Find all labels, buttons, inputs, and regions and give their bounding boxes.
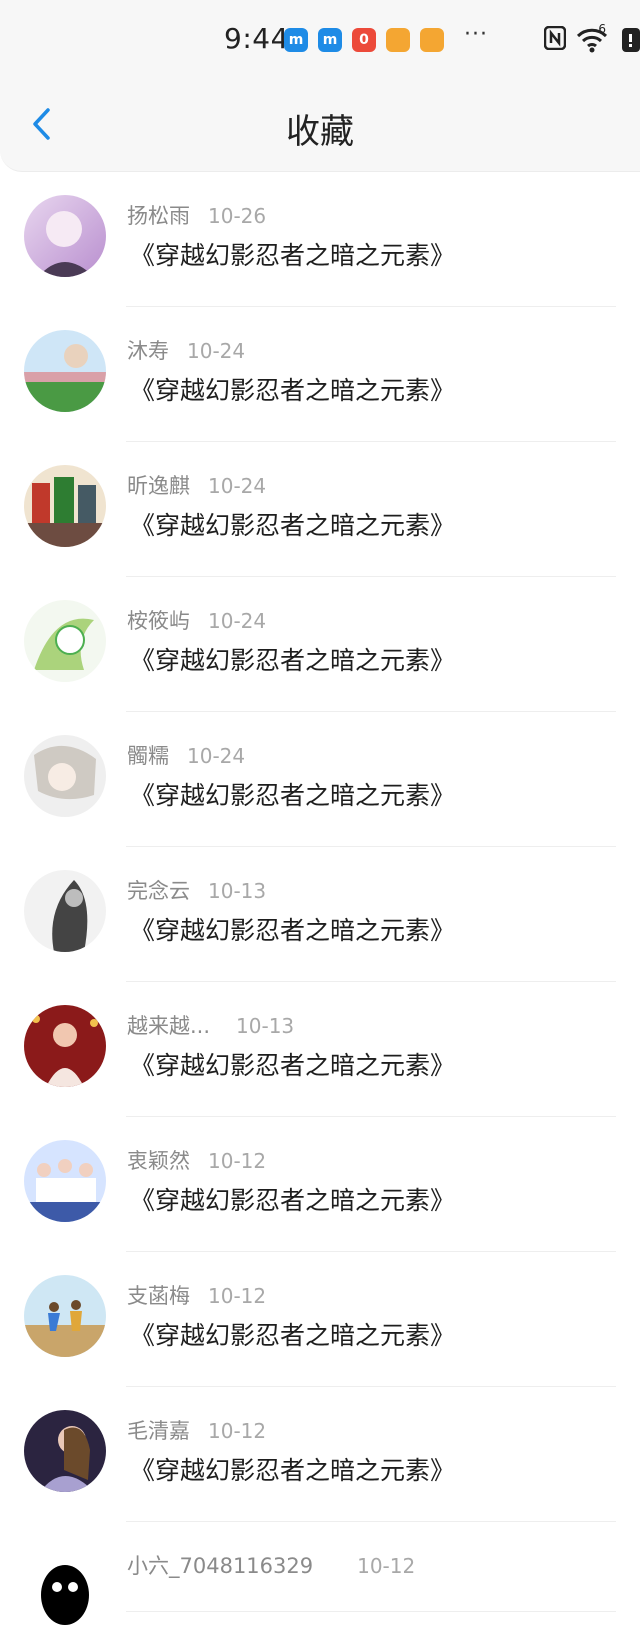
item-meta: 支菡梅 10-12: [127, 1280, 266, 1310]
favorites-list: 扬松雨 10-26 《穿越幻影忍者之暗之元素》 沐寿 10-24 《穿越幻影忍者之暗…: [0, 172, 640, 1627]
status-time: 9:44: [224, 22, 289, 55]
avatar[interactable]: [24, 1005, 106, 1087]
item-date: 10-24: [187, 744, 246, 768]
book-title[interactable]: 《穿越幻影忍者之暗之元素》: [130, 1451, 455, 1487]
user-name: 桉筱屿: [127, 609, 190, 633]
list-item[interactable]: 沐寿 10-24 《穿越幻影忍者之暗之元素》: [0, 307, 640, 442]
book-title[interactable]: 《穿越幻影忍者之暗之元素》: [130, 776, 455, 812]
user-name: 越来越...: [127, 1014, 211, 1038]
user-name: 扬松雨: [127, 204, 190, 228]
item-meta: 毛清嘉 10-12: [127, 1415, 266, 1445]
item-date: 10-24: [208, 609, 267, 633]
item-date: 10-12: [208, 1149, 267, 1173]
avatar[interactable]: [24, 1275, 106, 1357]
item-date: 10-24: [208, 474, 267, 498]
taobao-app-icon: [386, 28, 410, 52]
taobao-app-icon: [420, 28, 444, 52]
list-item[interactable]: 髑糯 10-24 《穿越幻影忍者之暗之元素》: [0, 712, 640, 847]
list-item[interactable]: 小六_7048116329 10-12: [0, 1522, 640, 1627]
item-meta: 越来越... 10-13: [127, 1010, 294, 1040]
item-meta: 扬松雨 10-26: [127, 200, 266, 230]
status-bar: 9:44 m m 0 ··· 6: [0, 0, 640, 80]
more-notifications-icon: ···: [464, 22, 488, 47]
user-name: 沐寿: [127, 339, 169, 363]
avatar[interactable]: [24, 735, 106, 817]
user-name: 完念云: [127, 879, 190, 903]
list-item[interactable]: 毛清嘉 10-12 《穿越幻影忍者之暗之元素》: [0, 1387, 640, 1522]
avatar[interactable]: [24, 1545, 106, 1627]
item-meta: 小六_7048116329 10-12: [127, 1550, 415, 1580]
item-date: 10-12: [208, 1284, 267, 1308]
book-title[interactable]: 《穿越幻影忍者之暗之元素》: [130, 1181, 455, 1217]
avatar[interactable]: [24, 465, 106, 547]
user-name: 毛清嘉: [127, 1419, 190, 1443]
book-title[interactable]: 《穿越幻影忍者之暗之元素》: [130, 371, 455, 407]
maimai-app-icon: m: [284, 28, 308, 52]
nfc-icon: [543, 25, 567, 54]
item-meta: 沐寿 10-24: [127, 335, 245, 365]
book-title[interactable]: 《穿越幻影忍者之暗之元素》: [130, 1316, 455, 1352]
list-item[interactable]: 衷颖然 10-12 《穿越幻影忍者之暗之元素》: [0, 1117, 640, 1252]
item-meta: 衷颖然 10-12: [127, 1145, 266, 1175]
item-date: 10-13: [208, 879, 267, 903]
list-item[interactable]: 扬松雨 10-26 《穿越幻影忍者之暗之元素》: [0, 172, 640, 307]
list-item[interactable]: 昕逸麒 10-24 《穿越幻影忍者之暗之元素》: [0, 442, 640, 577]
list-item[interactable]: 越来越... 10-13 《穿越幻影忍者之暗之元素》: [0, 982, 640, 1117]
avatar[interactable]: [24, 600, 106, 682]
list-item[interactable]: 完念云 10-13 《穿越幻影忍者之暗之元素》: [0, 847, 640, 982]
item-date: 10-12: [357, 1554, 416, 1578]
header-bar: 收藏: [0, 80, 640, 172]
avatar[interactable]: [24, 330, 106, 412]
book-title[interactable]: 《穿越幻影忍者之暗之元素》: [130, 506, 455, 542]
battery-icon: [620, 26, 640, 58]
book-title[interactable]: 《穿越幻影忍者之暗之元素》: [130, 236, 455, 272]
avatar[interactable]: [24, 870, 106, 952]
red-app-icon: 0: [352, 28, 376, 52]
item-meta: 桉筱屿 10-24: [127, 605, 266, 635]
user-name: 支菡梅: [127, 1284, 190, 1308]
item-date: 10-24: [187, 339, 246, 363]
item-date: 10-13: [236, 1014, 295, 1038]
book-title[interactable]: 《穿越幻影忍者之暗之元素》: [130, 911, 455, 947]
list-item[interactable]: 支菡梅 10-12 《穿越幻影忍者之暗之元素》: [0, 1252, 640, 1387]
avatar[interactable]: [24, 1410, 106, 1492]
book-title[interactable]: 《穿越幻影忍者之暗之元素》: [130, 1046, 455, 1082]
item-date: 10-12: [208, 1419, 267, 1443]
user-name: 衷颖然: [127, 1149, 190, 1173]
page-title: 收藏: [286, 112, 354, 152]
list-item[interactable]: 桉筱屿 10-24 《穿越幻影忍者之暗之元素》: [0, 577, 640, 712]
avatar[interactable]: [24, 1140, 106, 1222]
user-name: 昕逸麒: [127, 474, 190, 498]
book-title[interactable]: 《穿越幻影忍者之暗之元素》: [130, 641, 455, 677]
item-meta: 完念云 10-13: [127, 875, 266, 905]
item-meta: 髑糯 10-24: [127, 740, 245, 770]
wifi-6-label: 6: [598, 22, 606, 36]
item-date: 10-26: [208, 204, 267, 228]
user-name: 髑糯: [127, 744, 169, 768]
maimai-app-icon: m: [318, 28, 342, 52]
avatar[interactable]: [24, 195, 106, 277]
user-name: 小六_7048116329: [127, 1554, 314, 1578]
item-meta: 昕逸麒 10-24: [127, 470, 266, 500]
